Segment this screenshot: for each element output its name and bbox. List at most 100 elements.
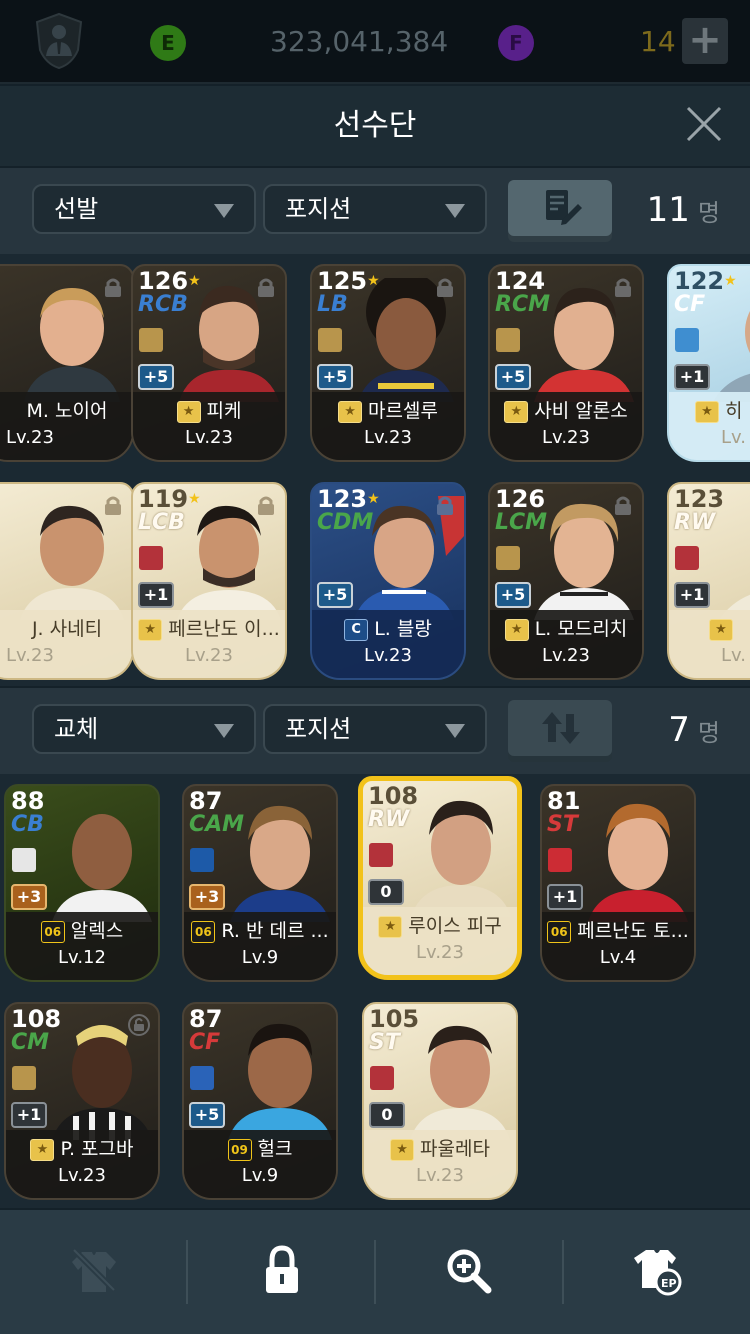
card-footer: 09 헐크 Lv.9: [184, 1130, 336, 1198]
player-name: 06 페르난도 토...: [542, 918, 694, 944]
player-name: M. 노이어: [26, 400, 108, 422]
player-rating-value: 124: [495, 267, 546, 295]
player-name: ★ 파울레타: [364, 1136, 516, 1162]
club-badge-icon: [190, 848, 214, 872]
player-name-text: L. 블랑: [374, 618, 432, 640]
player-level: Lv.4: [599, 947, 637, 968]
card-footer: ★ L. 모드리치 Lv.23: [490, 610, 642, 678]
player-position: LCB: [138, 510, 185, 535]
player-name: ★ 히: [669, 398, 750, 424]
player-card[interactable]: 123★ CDM +5 C L. 블랑 Lv.23: [310, 482, 466, 680]
lock-icon: [615, 496, 631, 515]
boost-badge: 0: [369, 1102, 405, 1128]
subs-filter-row: 교체 포지션 7명: [0, 688, 750, 774]
season-badge: 06: [191, 920, 216, 943]
season-badge: 09: [227, 1138, 252, 1161]
star-badge-icon: ★: [378, 915, 403, 938]
player-level: Lv.23: [364, 645, 412, 666]
swap-button[interactable]: [508, 700, 612, 756]
star-badge-icon: ★: [504, 400, 529, 423]
player-card[interactable]: 81 ST +1 06 페르난도 토... Lv.4: [540, 784, 696, 982]
player-name-text: R. 반 데르 ...: [221, 920, 329, 942]
player-level: Lv.23: [6, 427, 54, 448]
player-rating-value: 122: [674, 267, 725, 295]
player-card[interactable]: 126★ RCB +5 ★ 피케 Lv.23: [131, 264, 287, 462]
boost-badge: +1: [11, 1102, 47, 1128]
player-rating-value: 81: [547, 787, 581, 815]
lock-icon: [437, 278, 453, 297]
player-level: Lv.9: [241, 947, 279, 968]
ep-shirt-icon[interactable]: EP: [628, 1240, 688, 1300]
player-card[interactable]: 125★ LB +5 ★ 마르셀루 Lv.23: [310, 264, 466, 462]
toolbar-divider: [562, 1240, 564, 1304]
player-level: Lv.12: [58, 947, 106, 968]
card-footer: ★ 페르난도 이... Lv.23: [133, 610, 285, 678]
player-level: Lv.23: [58, 1165, 106, 1186]
boost-badge: +1: [547, 884, 583, 910]
player-card[interactable]: J. 사네티 Lv.23: [0, 482, 134, 680]
player-card[interactable]: 126 LCM +5 ★ L. 모드리치 Lv.23: [488, 482, 644, 680]
player-level: Lv.23: [416, 942, 464, 963]
zoom-in-icon[interactable]: [438, 1240, 498, 1300]
card-footer: ★ Lv.: [669, 610, 750, 678]
card-footer: ★ 파울레타 Lv.23: [364, 1130, 516, 1198]
header: 선수단: [0, 86, 750, 166]
club-badge-icon: [496, 328, 520, 352]
player-card[interactable]: 105 ST 0 ★ 파울레타 Lv.23: [362, 1002, 518, 1200]
player-name: 06 R. 반 데르 ...: [184, 918, 336, 944]
card-footer: ★ 피케 Lv.23: [133, 392, 285, 460]
manager-emblem-icon[interactable]: [34, 12, 84, 70]
player-card[interactable]: 88 CB +3 06 알렉스 Lv.12: [4, 784, 160, 982]
edit-document-icon: [546, 190, 582, 225]
player-card[interactable]: 122★ CF +1 ★ 히 Lv.: [667, 264, 750, 462]
player-position: RW: [674, 510, 716, 535]
close-icon[interactable]: [684, 104, 724, 144]
player-name-text: P. 포그바: [60, 1138, 134, 1160]
boost-badge: +3: [11, 884, 47, 910]
position-dropdown[interactable]: 포지션: [263, 704, 487, 754]
boost-badge: +1: [138, 582, 174, 608]
lock-open-icon: [128, 1014, 150, 1036]
lock-icon[interactable]: [252, 1240, 312, 1300]
star-badge-icon: ★: [709, 618, 733, 641]
player-card[interactable]: 124 RCM +5 ★ 사비 알론소 Lv.23: [488, 264, 644, 462]
page-title: 선수단: [333, 108, 417, 143]
lock-icon: [258, 496, 274, 515]
subs-dropdown-label: 교체: [54, 715, 99, 743]
player-card[interactable]: 108 CM +1 ★ P. 포그바 Lv.23: [4, 1002, 160, 1200]
player-name: 06 알렉스: [6, 918, 158, 944]
player-card-selected[interactable]: 108 RW 0 ★ 루이스 피구 Lv.23: [358, 776, 522, 980]
star-icon: ★: [367, 273, 380, 289]
player-name-text: 마르셀루: [368, 400, 438, 422]
edit-lineup-button[interactable]: [508, 180, 612, 236]
player-name-text: 파울레타: [420, 1138, 490, 1160]
player-portrait: [52, 814, 152, 922]
player-card[interactable]: 119★ LCB +1 ★ 페르난도 이... Lv.23: [131, 482, 287, 680]
star-icon: ★: [724, 273, 737, 289]
starters-dropdown[interactable]: 선발: [32, 184, 256, 234]
star-badge-icon: ★: [695, 400, 719, 423]
player-card[interactable]: M. 노이어 Lv.23: [0, 264, 134, 462]
player-position: CAM: [189, 812, 245, 837]
subs-dropdown[interactable]: 교체: [32, 704, 256, 754]
lock-icon: [437, 496, 453, 515]
club-badge-icon: [12, 848, 36, 872]
player-name: ★: [669, 616, 750, 642]
shirt-off-icon[interactable]: [64, 1240, 124, 1300]
season-badge: 06: [547, 920, 572, 943]
position-dropdown[interactable]: 포지션: [263, 184, 487, 234]
add-currency-button[interactable]: +: [682, 18, 728, 64]
lock-icon: [105, 496, 121, 515]
club-badge-icon: [318, 328, 342, 352]
boost-badge: +5: [189, 1102, 225, 1128]
club-badge-icon: [190, 1066, 214, 1090]
player-name-text: 헐크: [257, 1138, 293, 1160]
player-portrait: [411, 800, 511, 917]
starters-count: 11 명: [647, 188, 720, 235]
player-card[interactable]: 87 CF +5 09 헐크 Lv.9: [182, 1002, 338, 1200]
player-card[interactable]: 123 RW +1 ★ Lv.: [667, 482, 750, 680]
starters-dropdown-label: 선발: [54, 195, 99, 223]
player-card[interactable]: 87 CAM +3 06 R. 반 데르 ... Lv.9: [182, 784, 338, 982]
player-name-text: 페르난도 토...: [577, 920, 689, 942]
player-name-text: L. 모드리치: [534, 618, 628, 640]
